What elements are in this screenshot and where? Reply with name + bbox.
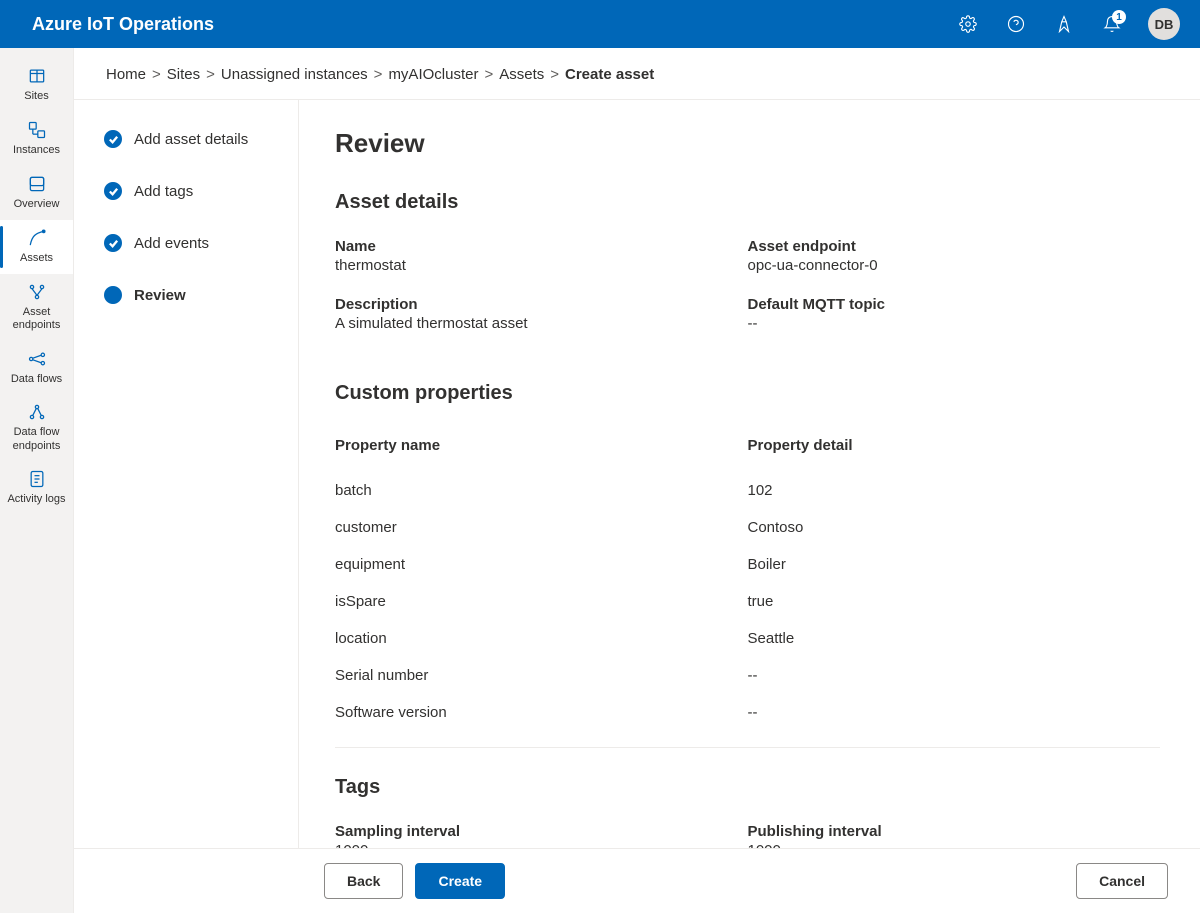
step-review[interactable]: Review xyxy=(104,286,278,304)
endpoint-label: Asset endpoint xyxy=(748,238,1141,255)
nav-activity-logs[interactable]: Activity logs xyxy=(0,461,73,515)
crumb-home[interactable]: Home xyxy=(106,66,146,83)
section-custom-properties: Custom properties xyxy=(335,382,1160,405)
table-row: batch102 xyxy=(335,472,1160,509)
main-content: Home> Sites> Unassigned instances> myAIO… xyxy=(74,48,1200,913)
description-label: Description xyxy=(335,296,728,313)
table-row: equipmentBoiler xyxy=(335,546,1160,583)
check-icon xyxy=(104,130,122,148)
nav-overview[interactable]: Overview xyxy=(0,166,73,220)
table-row: isSparetrue xyxy=(335,583,1160,620)
app-title: Azure IoT Operations xyxy=(32,14,948,35)
step-label: Add asset details xyxy=(134,131,248,148)
help-icon[interactable] xyxy=(996,4,1036,44)
mqtt-value: -- xyxy=(748,315,1141,332)
custom-properties-table: Property name Property detail batch102 c… xyxy=(335,429,1160,731)
current-step-icon xyxy=(104,286,122,304)
col-property-detail: Property detail xyxy=(748,429,1161,472)
wizard-footer: Back Create Cancel xyxy=(74,848,1200,913)
nav-data-flow-endpoints[interactable]: Data flow endpoints xyxy=(0,394,73,460)
crumb-cluster[interactable]: myAIOcluster xyxy=(388,66,478,83)
nav-instances[interactable]: Instances xyxy=(0,112,73,166)
step-add-asset-details[interactable]: Add asset details xyxy=(104,130,278,148)
cancel-button[interactable]: Cancel xyxy=(1076,863,1168,899)
nav-assets[interactable]: Assets xyxy=(0,220,73,274)
breadcrumb: Home> Sites> Unassigned instances> myAIO… xyxy=(74,48,1200,100)
check-icon xyxy=(104,182,122,200)
publishing-value: 1000 xyxy=(748,842,1141,848)
step-add-events[interactable]: Add events xyxy=(104,234,278,252)
sampling-value: 1000 xyxy=(335,842,728,848)
crumb-unassigned[interactable]: Unassigned instances xyxy=(221,66,368,83)
step-add-tags[interactable]: Add tags xyxy=(104,182,278,200)
sampling-label: Sampling interval xyxy=(335,823,728,840)
description-value: A simulated thermostat asset xyxy=(335,315,728,332)
step-label: Add tags xyxy=(134,183,193,200)
review-panel: Review Asset details Name thermostat Ass… xyxy=(299,100,1200,848)
name-label: Name xyxy=(335,238,728,255)
crumb-current: Create asset xyxy=(565,66,654,83)
table-row: customerContoso xyxy=(335,509,1160,546)
nav-data-flows[interactable]: Data flows xyxy=(0,340,73,394)
col-property-name: Property name xyxy=(335,429,748,472)
create-button[interactable]: Create xyxy=(415,863,505,899)
step-label: Add events xyxy=(134,235,209,252)
crumb-assets[interactable]: Assets xyxy=(499,66,544,83)
app-header: Azure IoT Operations 1 DB xyxy=(0,0,1200,48)
settings-icon[interactable] xyxy=(948,4,988,44)
name-value: thermostat xyxy=(335,257,728,274)
table-row: Serial number-- xyxy=(335,657,1160,694)
table-row: locationSeattle xyxy=(335,620,1160,657)
check-icon xyxy=(104,234,122,252)
table-row: Software version-- xyxy=(335,694,1160,731)
notification-badge: 1 xyxy=(1112,10,1126,24)
section-asset-details: Asset details xyxy=(335,191,1160,214)
publishing-label: Publishing interval xyxy=(748,823,1141,840)
page-heading: Review xyxy=(335,128,1160,159)
divider xyxy=(335,747,1160,748)
header-actions: 1 DB xyxy=(948,4,1180,44)
back-button[interactable]: Back xyxy=(324,863,403,899)
user-avatar[interactable]: DB xyxy=(1148,8,1180,40)
wizard-steps: Add asset details Add tags Add events Re… xyxy=(74,100,299,848)
section-tags: Tags xyxy=(335,776,1160,799)
notifications-icon[interactable]: 1 xyxy=(1092,4,1132,44)
left-nav: Sites Instances Overview Assets Asset en… xyxy=(0,48,74,913)
mqtt-label: Default MQTT topic xyxy=(748,296,1141,313)
nav-sites[interactable]: Sites xyxy=(0,58,73,112)
endpoint-value: opc-ua-connector-0 xyxy=(748,257,1141,274)
crumb-sites[interactable]: Sites xyxy=(167,66,200,83)
nav-asset-endpoints[interactable]: Asset endpoints xyxy=(0,274,73,340)
step-label: Review xyxy=(134,287,186,304)
feedback-icon[interactable] xyxy=(1044,4,1084,44)
